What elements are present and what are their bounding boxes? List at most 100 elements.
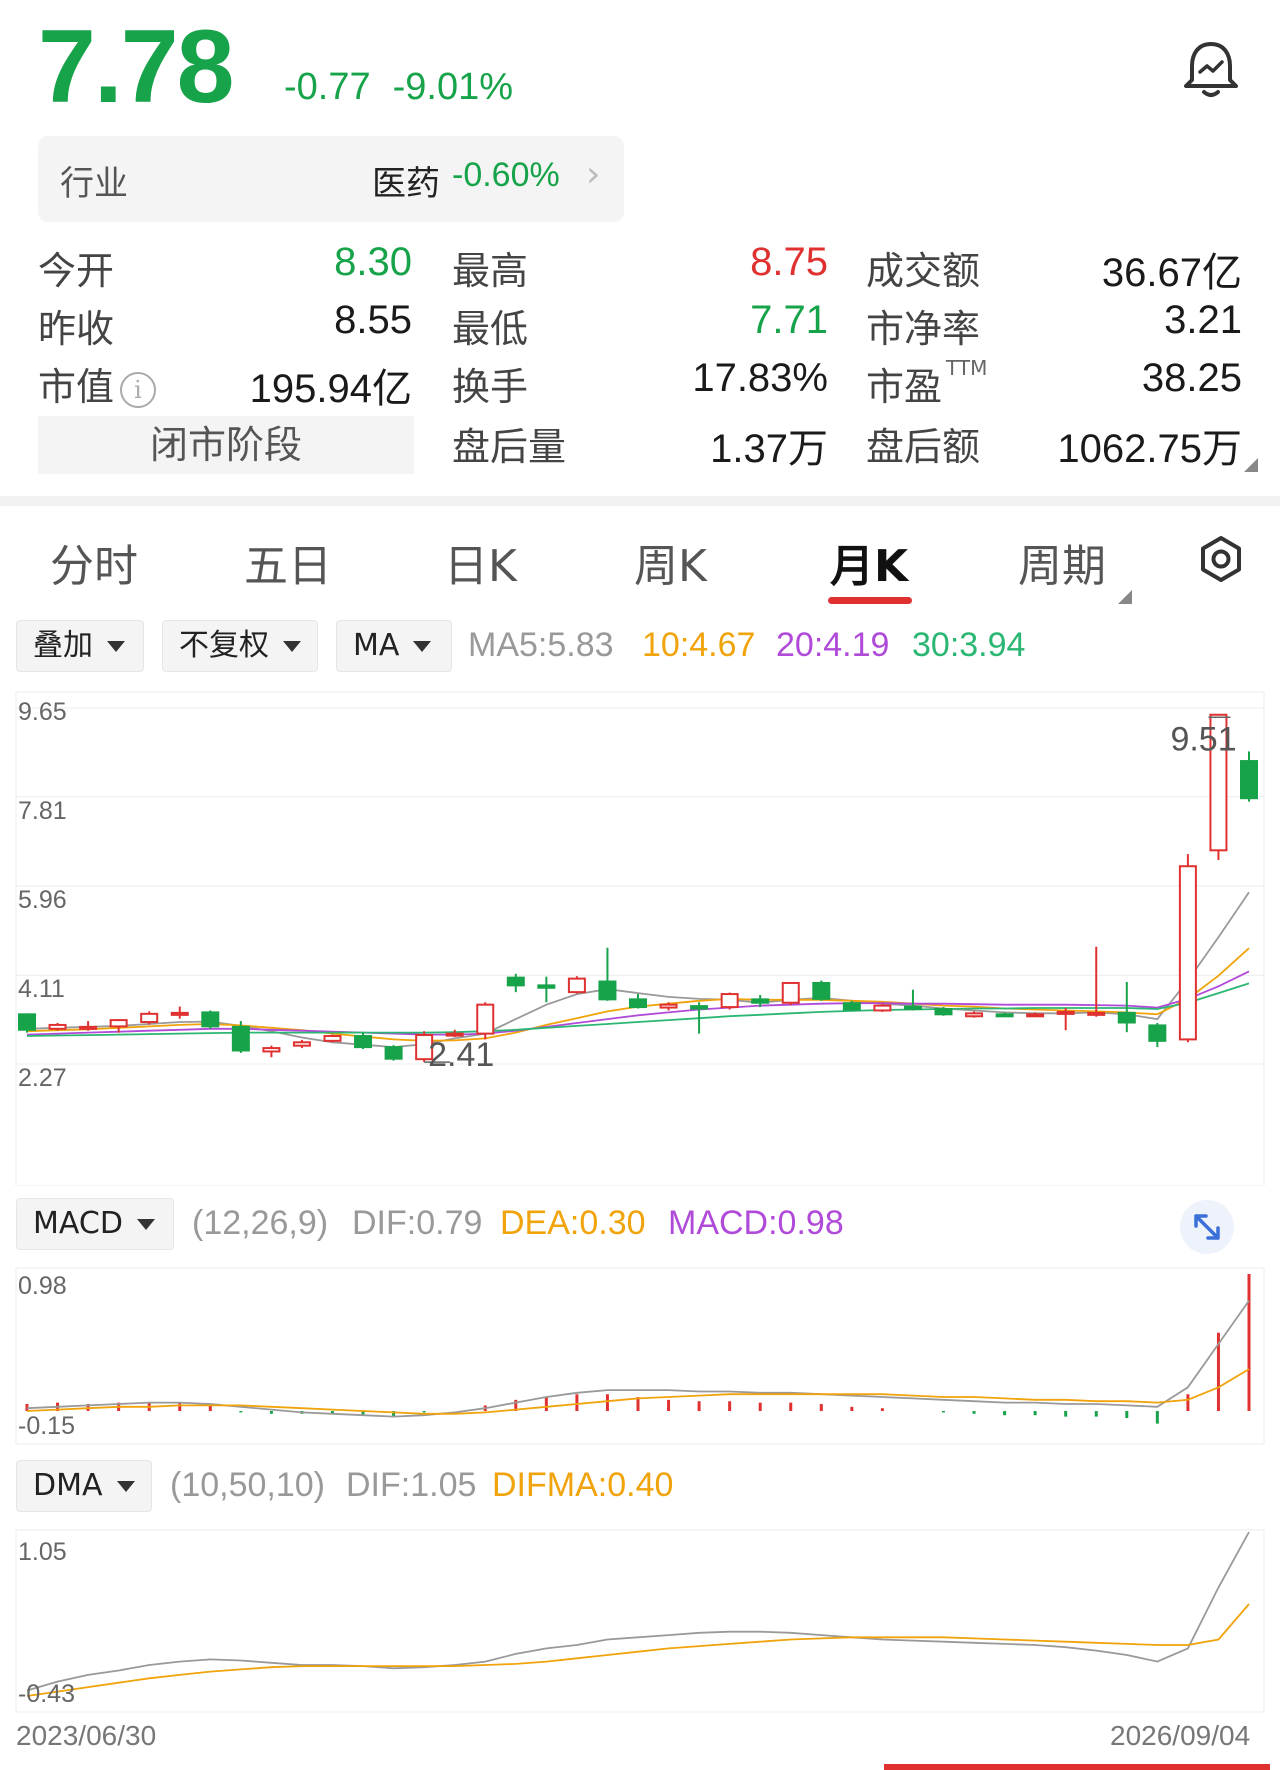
caret-down-icon [283,641,301,652]
dma-chart[interactable]: 1.05 -0.43 [0,1528,1280,1714]
last-price: 7.78 [38,9,234,125]
settings-icon[interactable] [1196,534,1246,584]
expand-arrows-icon [1194,1214,1220,1240]
candle-body [140,1012,159,1024]
candle-body [720,993,739,1009]
monthly-kline-chart[interactable]: 9.65 7.81 5.96 4.11 2.27 9.51 2.41 [0,686,1280,1186]
candle-body [1056,1010,1075,1015]
tab-weekly-k[interactable]: 周K [634,530,707,594]
open-value: 8.30 [334,240,412,284]
info-icon[interactable]: i [120,371,157,408]
y-tick-label: 5.96 [18,886,67,914]
y-tick-label: 2.27 [18,1064,67,1092]
tab-monthly-k[interactable]: 月K [830,530,908,594]
pb-value: 3.21 [1164,298,1242,342]
expand-corner-icon[interactable] [1244,458,1258,472]
amount-label: 成交额 [866,249,981,293]
price-alert-bell-icon[interactable] [1178,36,1244,102]
y-tick-label: -0.15 [18,1412,75,1440]
candle-body [537,984,556,989]
candle-body [292,1041,311,1047]
section-divider [0,496,1280,506]
overlay-dropdown[interactable]: 叠加 [16,620,144,672]
price-change-group: -0.77 -9.01% [284,66,513,109]
ma-dropdown-label: MA [353,628,400,663]
candle-body [1178,865,1197,1041]
macd-header: MACD (12,26,9) DIF:0.79 DEA:0.30 MACD:0.… [0,1198,1280,1254]
prev-close-value: 8.55 [334,298,412,342]
ma10-legend: 10:4.67 [642,626,756,664]
industry-row[interactable]: 行业 医药 -0.60% › [38,136,624,222]
kline-controls: 叠加 不复权 MA MA5:5.83 10:4.67 20:4.19 30:3.… [0,620,1280,674]
price-change-pct: -9.01% [392,66,514,108]
turnover-value: 17.83% [692,356,828,400]
macd-dropdown-label: MACD [33,1206,123,1241]
dma-line-DIFMA [26,1603,1250,1697]
candle-body [18,1013,36,1031]
market-cap-label-text: 市值 [38,365,115,409]
bottom-accent-bar [884,1764,1270,1770]
dma-header: DMA (10,50,10) DIF:1.05 DIFMA:0.40 [0,1460,1280,1514]
after-hours-volume-value: 1.37万 [710,427,828,471]
candle-body [781,981,800,1004]
caret-down-icon [116,1481,135,1492]
prev-close-label: 昨收 [38,307,115,351]
candle-body [995,1013,1014,1018]
dma-dropdown[interactable]: DMA [16,1460,152,1512]
chart-frame [15,691,1265,1186]
candle-body [629,998,647,1009]
after-hours-amount-label: 盘后额 [866,425,981,469]
turnover-label: 换手 [452,365,529,409]
industry-change-pct: -0.60% [452,156,560,194]
after-hours-volume-label: 盘后量 [452,425,567,469]
candle-body [812,981,831,1000]
ma20-legend: 20:4.19 [776,626,890,664]
caret-down-icon [107,641,125,652]
chart-frame [15,1267,1265,1445]
y-tick-label: 9.65 [18,698,67,726]
candle-body [1117,1011,1136,1024]
amount-value: 36.67亿 [1101,251,1242,295]
ma-dropdown[interactable]: MA [336,620,452,672]
candle-body [79,1025,98,1030]
macd-params: (12,26,9) [192,1204,329,1242]
dma-dropdown-label: DMA [33,1468,103,1503]
high-value: 8.75 [750,240,828,284]
start-date: 2023/06/30 [16,1720,157,1751]
y-tick-label: 7.81 [18,797,67,825]
dma-line-DIF [26,1531,1250,1692]
candle-body [567,977,586,994]
tab-intraday[interactable]: 分时 [50,530,138,594]
candle-body [354,1035,373,1049]
macd-chart[interactable]: 0.98 -0.15 [0,1266,1280,1446]
y-tick-label: 1.05 [18,1538,67,1566]
candle-body [842,1002,861,1011]
end-date: 2026/09/04 [1110,1720,1251,1751]
pe-label: 市盈 TTM [866,356,987,411]
candle-body [965,1012,984,1018]
session-status: 闭市阶段 [38,416,414,474]
candle-body [1148,1024,1167,1042]
macd-dropdown[interactable]: MACD [16,1198,174,1250]
candle-body [659,1003,678,1009]
fullscreen-button[interactable] [1180,1200,1234,1254]
candle-body [690,1005,709,1010]
tab-period[interactable]: 周期 [1018,530,1106,594]
candle-body [476,1003,495,1035]
candle-body [384,1046,403,1060]
caret-down-icon [136,1219,155,1230]
price-change: -0.77 [284,66,371,108]
open-label: 今开 [38,249,115,293]
active-tab-indicator [828,597,912,604]
period-tabs: 分时 五日 日K 周K 月K 周期 [0,520,1280,610]
chevron-right-icon: › [586,154,601,195]
candle-body [1240,760,1258,800]
adjust-dropdown[interactable]: 不复权 [162,620,318,672]
pb-label: 市净率 [866,307,981,351]
y-tick-label: 0.98 [18,1272,67,1300]
candle-body [506,976,525,987]
tab-daily-k[interactable]: 日K [444,530,517,594]
tab-five-day[interactable]: 五日 [244,530,332,594]
industry-label: 行业 [60,164,128,204]
dma-dif: DIF:1.05 [346,1466,477,1504]
